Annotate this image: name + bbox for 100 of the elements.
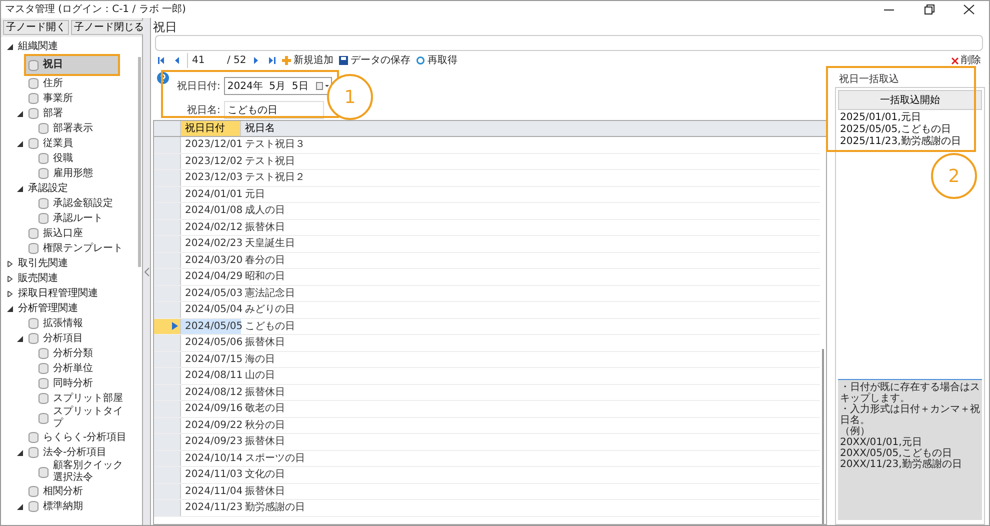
expanded-arrow-icon[interactable] [17, 140, 23, 146]
table-row[interactable]: 2024/01/08 成人の日 [154, 203, 820, 220]
tree-item[interactable]: 標準納期 [26, 500, 87, 512]
column-header[interactable]: 祝日日付 [181, 121, 241, 136]
table-cell-text: 天皇誕生日 [244, 236, 296, 251]
close-icon [951, 56, 959, 64]
table-row[interactable]: 2024/05/03 憲法記念日 [154, 286, 820, 302]
table-row[interactable]: 2023/12/03 テスト祝日２ [154, 170, 820, 186]
table-row[interactable]: 2024/11/04 振替休日 [154, 484, 820, 500]
toolbar-button[interactable]: 再取得 [416, 53, 458, 68]
tree-label: 相関分析 [43, 486, 83, 498]
database-icon [38, 168, 49, 179]
expanded-arrow-icon[interactable] [7, 44, 13, 50]
database-icon [38, 153, 49, 164]
table-row[interactable]: 2024/09/23 振替休日 [154, 434, 820, 450]
first-icon[interactable] [157, 56, 166, 65]
table-cell-text: 2024/02/12 [184, 220, 241, 234]
database-icon [28, 432, 39, 443]
tree-label: 顧客別クイック選択法令 [53, 460, 124, 484]
table-cell-text: テスト祝日２ [244, 170, 306, 185]
help-panel: ・日付が既に存在する場合はスキップします。 ・入力形式は日付＋カンマ＋祝日名。 （例） 20XX/01/01,元日 20XX/05/05,こどもの日 20XX/11/23,勤労感謝の日 [838, 380, 982, 520]
tree-item[interactable]: 承認金額設定 [36, 198, 117, 210]
table-row[interactable]: 2024/02/23 天皇誕生日 [154, 236, 820, 252]
tree-toolbar-button[interactable]: 子ノード開く [3, 20, 69, 35]
collapsed-arrow-icon[interactable] [7, 260, 13, 266]
table-row[interactable]: 2024/11/03 文化の日 [154, 467, 820, 484]
table-row[interactable]: 2024/09/22 秋分の日 [154, 418, 820, 434]
table-row[interactable]: 2024/01/01 元日 [154, 186, 820, 203]
tree-item[interactable]: スプリットタイプ [36, 406, 136, 430]
tree-item[interactable]: 拡張情報 [26, 318, 87, 330]
table-row[interactable]: 2024/05/05 こどもの日 [154, 318, 820, 335]
tree-item[interactable]: 分析項目 [26, 332, 87, 344]
table-row[interactable]: 2023/12/02 テスト祝日 [154, 154, 820, 170]
tree-label: 役職 [53, 152, 73, 164]
table-cell-text: 2024/01/01 [184, 188, 241, 202]
expanded-arrow-icon[interactable] [17, 186, 23, 192]
table-row[interactable]: 2024/10/14 スポーツの日 [154, 450, 820, 467]
expanded-arrow-icon[interactable] [17, 450, 23, 456]
last-icon[interactable] [267, 56, 276, 65]
collapsed-arrow-icon[interactable] [7, 290, 13, 296]
tree-item[interactable]: 事業所 [26, 92, 77, 104]
table-cell-text: 秋分の日 [244, 418, 286, 432]
table-cell-text: 成人の日 [244, 204, 286, 218]
table-cell-text: 山の日 [244, 368, 276, 383]
table-row[interactable]: 2023/12/01 テスト祝日３ [154, 137, 820, 154]
collapsed-arrow-icon[interactable] [7, 276, 13, 282]
name-field[interactable]: こどもの日 [224, 101, 324, 119]
tree-item[interactable]: スプリット部屋 [36, 392, 127, 404]
tree-item[interactable]: 役職 [36, 152, 77, 164]
table-cell-text: テスト祝日３ [244, 138, 306, 152]
table-cell-text: 2024/11/04 [184, 484, 241, 498]
database-icon [38, 348, 49, 359]
tree-item[interactable]: 振込口座 [26, 228, 87, 240]
expanded-arrow-icon[interactable] [17, 504, 23, 510]
tree-label: 分析分類 [53, 348, 93, 360]
table-cell-text: 2024/05/04 [184, 303, 241, 317]
expanded-arrow-icon[interactable] [7, 306, 13, 312]
column-header[interactable]: 祝日名 [241, 121, 826, 136]
table-row[interactable]: 2024/09/16 敬老の日 [154, 401, 820, 418]
tree-label: 振込口座 [43, 228, 83, 240]
tree-item[interactable]: 住所 [26, 78, 67, 90]
tree-item[interactable]: 部署表示 [36, 122, 97, 134]
tree-item[interactable]: 祝日 [26, 56, 118, 74]
tree-item[interactable]: 承認ルート [36, 212, 107, 224]
table-row[interactable]: 2024/04/29 昭和の日 [154, 269, 820, 286]
tree-item[interactable]: 法令-分析項目 [26, 446, 111, 458]
table-row[interactable]: 2024/08/11 山の日 [154, 368, 820, 384]
delete-button[interactable]: 削除 [951, 53, 981, 68]
table-row[interactable]: 2024/11/23 勤労感謝の日 [154, 500, 820, 516]
tree-item[interactable]: 相関分析 [26, 486, 87, 498]
tree-label: 承認金額設定 [53, 198, 113, 210]
database-icon [28, 60, 39, 70]
record-position-field[interactable]: 41 [187, 53, 221, 68]
table-row[interactable]: 2024/02/12 振替休日 [154, 220, 820, 236]
table-cell-text: テスト祝日 [244, 154, 296, 168]
toolbar-button[interactable]: データの保存 [339, 53, 410, 68]
help-icon[interactable] [157, 72, 169, 84]
tree-item[interactable]: 部署 [26, 108, 67, 120]
tree-item[interactable]: 雇用形態 [36, 168, 97, 180]
expanded-arrow-icon[interactable] [17, 336, 23, 342]
tree-item[interactable]: 分析単位 [36, 362, 97, 374]
tree-label: 部署表示 [53, 122, 93, 134]
table-row[interactable]: 2024/05/06 振替休日 [154, 335, 820, 352]
tree-item[interactable]: 従業員 [26, 138, 77, 150]
expanded-arrow-icon[interactable] [17, 110, 23, 116]
tree-item[interactable]: 権限テンプレート [26, 242, 127, 254]
table-row[interactable]: 2024/07/15 海の日 [154, 352, 820, 368]
tree-item[interactable]: 分析分類 [36, 348, 97, 360]
bulk-import-button[interactable]: 一括取込開始 [838, 90, 982, 110]
toolbar-button[interactable]: 新規追加 [282, 53, 334, 68]
table-row[interactable]: 2024/05/04 みどりの日 [154, 302, 820, 318]
table-row[interactable]: 2024/08/12 振替休日 [154, 384, 820, 401]
tree-item[interactable]: 同時分析 [36, 378, 97, 390]
tree-label: 住所 [43, 78, 63, 90]
table-row[interactable]: 2024/03/20 春分の日 [154, 252, 820, 269]
tree-item[interactable]: 顧客別クイック選択法令 [36, 460, 136, 484]
table-cell-text: 文化の日 [244, 468, 286, 482]
record-count: / 52 [227, 54, 246, 68]
tree-item[interactable]: らくらく-分析項目 [26, 432, 131, 444]
table-cell-text: 2024/07/15 [184, 352, 241, 366]
